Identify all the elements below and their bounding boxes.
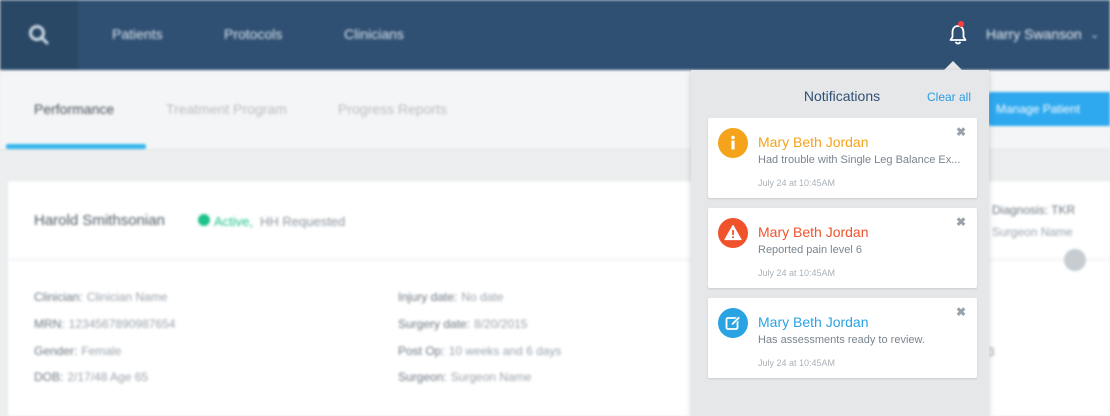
status-icon: [198, 214, 210, 226]
warning-icon: [718, 218, 748, 248]
surgeon-name-right: Surgeon Name: [992, 225, 1073, 239]
info-icon: [718, 128, 748, 158]
chevron-down-icon[interactable]: ⌄: [1090, 28, 1099, 41]
notification-time: July 24 at 10:45AM: [758, 178, 836, 188]
notification-sender: Mary Beth Jordan: [758, 134, 869, 150]
tab-performance[interactable]: Performance: [34, 101, 114, 117]
more-options-button[interactable]: [1064, 249, 1086, 271]
detail-clinician: Clinician: Clinician Name: [34, 290, 168, 304]
notifications-header: Notifications Clear all: [691, 70, 989, 116]
patient-name: Harold Smithsonian: [34, 212, 165, 229]
bell-icon[interactable]: [948, 24, 968, 46]
close-icon[interactable]: ✖: [956, 125, 966, 139]
detail-mrn: MRN: 1234567890987654: [34, 317, 176, 331]
nav-link-clinicians[interactable]: Clinicians: [344, 26, 404, 42]
notification-message: Had trouble with Single Leg Balance Ex..…: [758, 154, 961, 166]
search-button[interactable]: [0, 0, 78, 70]
close-icon[interactable]: ✖: [956, 305, 966, 319]
user-menu[interactable]: Harry Swanson: [986, 26, 1082, 42]
notification-item[interactable]: Mary Beth Jordan Has assessments ready t…: [708, 298, 977, 378]
notification-sender: Mary Beth Jordan: [758, 314, 869, 330]
status-badge: Active,: [214, 214, 254, 229]
tab-progress-reports[interactable]: Progress Reports: [338, 101, 447, 117]
top-navigation: Patients Protocols Clinicians Harry Swan…: [0, 0, 1110, 70]
detail-gender: Gender: Female: [34, 344, 122, 358]
detail-surgeon: Surgeon: Surgeon Name: [398, 370, 532, 384]
detail-injury-date: Injury date: No date: [398, 290, 504, 304]
nav-link-protocols[interactable]: Protocols: [224, 26, 282, 42]
detail-post-op: Post Op: 10 weeks and 6 days: [398, 344, 562, 358]
notification-item[interactable]: Mary Beth Jordan Reported pain level 6 J…: [708, 208, 977, 288]
active-tab-indicator: [6, 144, 146, 149]
status-extra: HH Requested: [260, 214, 346, 229]
tiny-glyph: 3: [988, 345, 995, 359]
detail-surgery-date: Surgery date: 8/20/2015: [398, 317, 528, 331]
notification-sender: Mary Beth Jordan: [758, 224, 869, 240]
manage-patient-button[interactable]: Manage Patient: [988, 92, 1110, 126]
notifications-panel: Notifications Clear all Mary Beth Jordan…: [691, 70, 989, 416]
clear-all-link[interactable]: Clear all: [927, 90, 971, 104]
diagnosis: Diagnosis: TKR: [992, 203, 1076, 217]
notification-message: Reported pain level 6: [758, 244, 862, 256]
tab-treatment-program[interactable]: Treatment Program: [166, 101, 287, 117]
notification-message: Has assessments ready to review.: [758, 334, 925, 346]
close-icon[interactable]: ✖: [956, 215, 966, 229]
search-icon: [29, 25, 49, 45]
detail-dob: DOB: 2/17/48 Age 65: [34, 370, 149, 384]
edit-icon: [718, 308, 748, 338]
notification-item[interactable]: Mary Beth Jordan Had trouble with Single…: [708, 118, 977, 198]
notification-time: July 24 at 10:45AM: [758, 268, 836, 278]
nav-link-patients[interactable]: Patients: [112, 26, 163, 42]
notification-time: July 24 at 10:45AM: [758, 358, 836, 368]
notification-dot: [958, 21, 964, 27]
